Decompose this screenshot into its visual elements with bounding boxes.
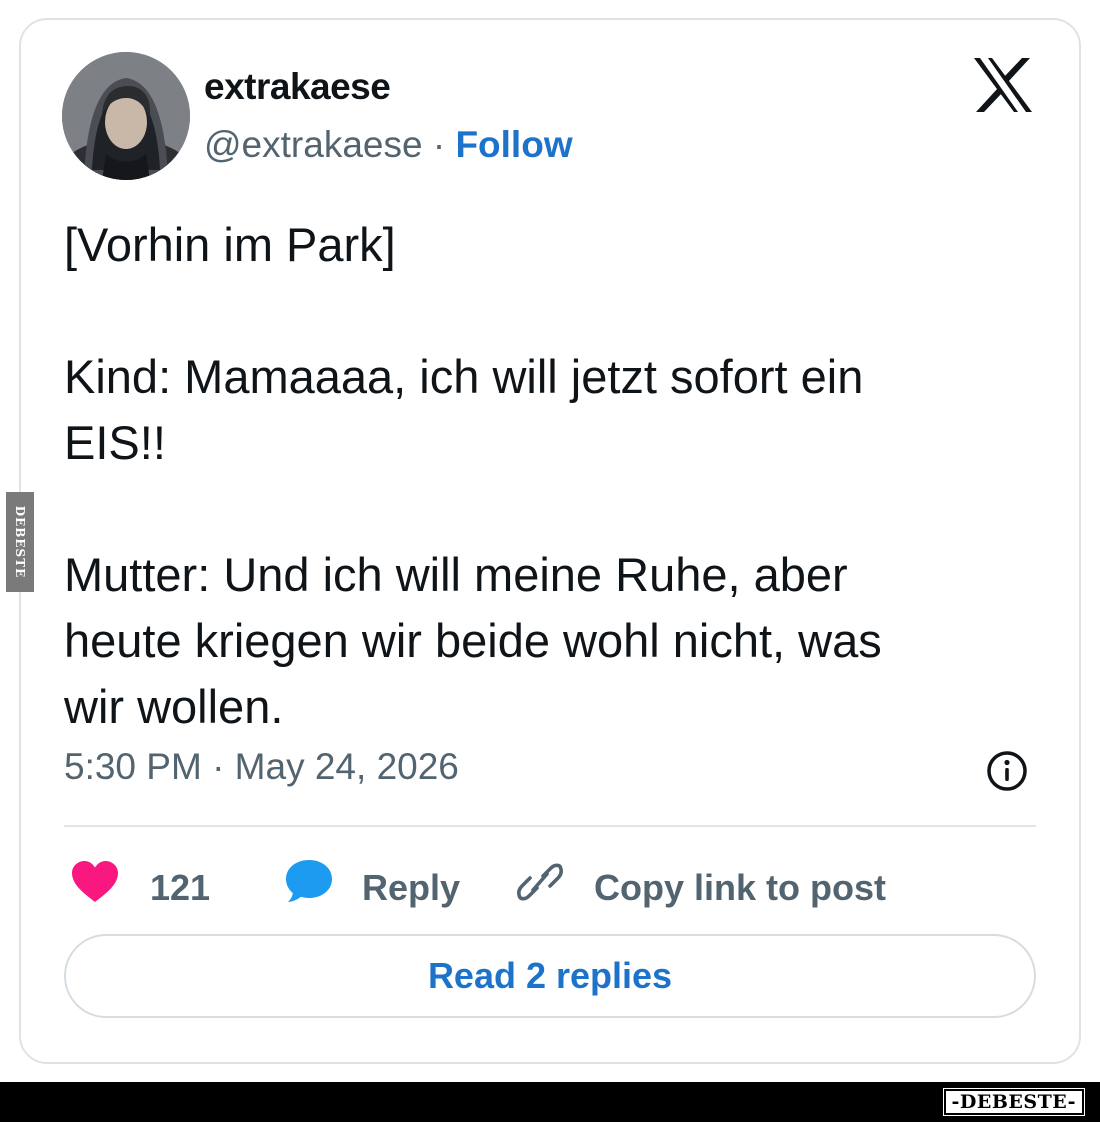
reply-button[interactable]: Reply: [362, 858, 460, 918]
post-timestamp[interactable]: 5:30 PM · May 24, 2026: [64, 746, 459, 788]
read-replies-button[interactable]: Read 2 replies: [64, 934, 1036, 1018]
side-watermark-text: DEBESTE: [13, 505, 27, 579]
reply-bubble-icon[interactable]: [284, 858, 334, 904]
display-name[interactable]: extrakaese: [204, 66, 391, 108]
divider: [64, 825, 1036, 827]
post-text-line: Kind: Mamaaaa, ich will jetzt sofort ein: [64, 350, 864, 403]
handle-separator: ·: [432, 124, 446, 165]
link-icon[interactable]: [516, 860, 564, 904]
post-text-line: heute kriegen wir beide wohl nicht, was: [64, 614, 882, 667]
bottom-watermark-bar: -DEBESTE-: [0, 1082, 1100, 1122]
handle-row: @extrakaese · Follow: [204, 124, 573, 166]
side-watermark: DEBESTE: [6, 492, 34, 592]
heart-icon[interactable]: [70, 860, 120, 904]
follow-button[interactable]: Follow: [455, 124, 572, 165]
bottom-watermark: -DEBESTE-: [942, 1088, 1086, 1116]
post-text-line: Mutter: Und ich will meine Ruhe, aber: [64, 548, 848, 601]
post-text: [Vorhin im Park] Kind: Mamaaaa, ich will…: [64, 212, 1024, 740]
avatar-image: [62, 52, 190, 180]
post-text-line: EIS!!: [64, 416, 166, 469]
action-bar: 121 Reply Copy link to post: [0, 850, 1100, 910]
x-logo-icon[interactable]: [972, 56, 1034, 114]
post-text-blank-line: [64, 476, 1024, 542]
info-icon[interactable]: [985, 749, 1029, 793]
avatar[interactable]: [62, 52, 190, 180]
read-replies-label: Read 2 replies: [427, 955, 673, 996]
post-text-line: [Vorhin im Park]: [64, 218, 396, 271]
handle[interactable]: @extrakaese: [204, 124, 423, 165]
like-count[interactable]: 121: [150, 858, 210, 918]
post-text-line: wir wollen.: [64, 680, 284, 733]
post-text-blank-line: [64, 278, 1024, 344]
copy-link-button[interactable]: Copy link to post: [594, 858, 886, 918]
